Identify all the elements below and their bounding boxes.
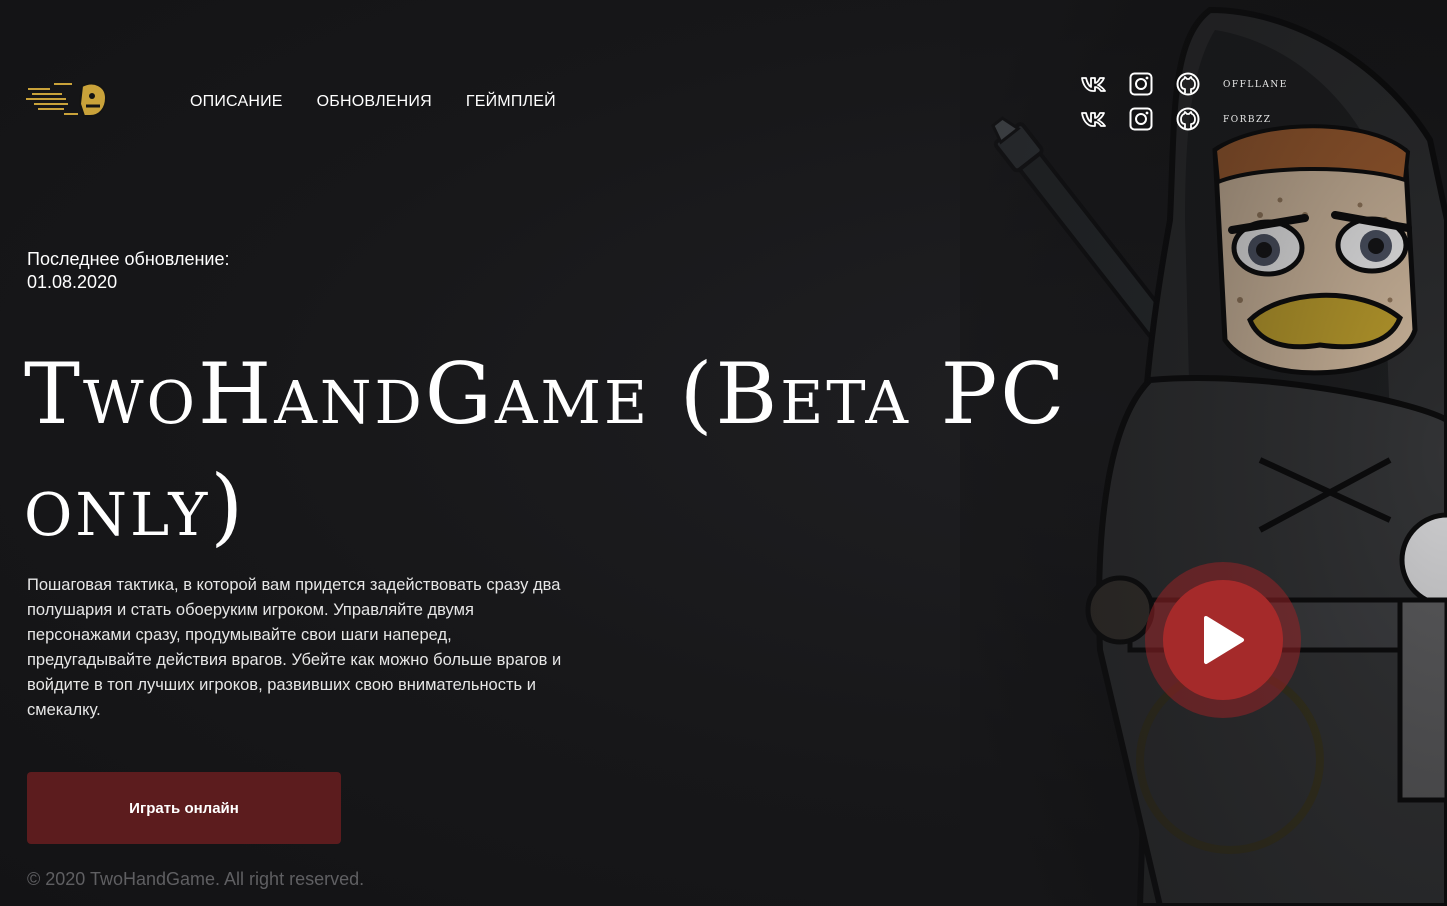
last-update-label: Последнее обновление:	[27, 249, 230, 269]
nav-link-description[interactable]: ОПИСАНИЕ	[190, 93, 283, 111]
instagram-icon[interactable]	[1127, 70, 1155, 98]
logo[interactable]	[24, 74, 112, 124]
social-row-offllane: offllane	[1080, 66, 1288, 101]
social-links: offllane forbzz	[1080, 66, 1288, 136]
copyright-text: © 2020 TwoHandGame. All right reserved.	[27, 869, 365, 889]
play-icon	[1204, 616, 1244, 664]
vk-icon[interactable]	[1080, 70, 1108, 98]
game-description: Пошаговая тактика, в которой вам придетс…	[27, 576, 562, 719]
social-name-forbzz[interactable]: forbzz	[1223, 111, 1272, 126]
last-update-info: Последнее обновление: 01.08.2020	[27, 248, 229, 294]
nav-link-updates[interactable]: ОБНОВЛЕНИЯ	[317, 93, 432, 111]
twohandgame-logo-icon	[26, 82, 108, 117]
vk-icon[interactable]	[1080, 105, 1108, 133]
social-row-forbzz: forbzz	[1080, 101, 1288, 136]
play-online-button[interactable]: Играть онлайн	[27, 772, 341, 844]
github-icon[interactable]	[1174, 70, 1202, 98]
social-name-offllane[interactable]: offllane	[1223, 76, 1288, 91]
instagram-icon[interactable]	[1127, 105, 1155, 133]
nav-link-gameplay[interactable]: ГЕЙМПЛЕЙ	[466, 93, 556, 111]
video-play-button[interactable]	[1145, 562, 1301, 718]
github-icon[interactable]	[1174, 105, 1202, 133]
last-update-date: 01.08.2020	[27, 272, 118, 292]
landing-page: ОПИСАНИЕ ОБНОВЛЕНИЯ ГЕЙМПЛЕЙ offllane fo…	[0, 0, 1447, 906]
page-title: TwoHandGame (Beta PC only)	[24, 345, 1068, 555]
main-nav: ОПИСАНИЕ ОБНОВЛЕНИЯ ГЕЙМПЛЕЙ	[190, 93, 556, 111]
